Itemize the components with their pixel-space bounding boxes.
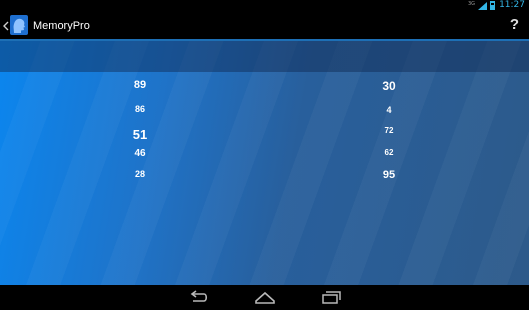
header-band [0,41,529,72]
background-stripes [0,41,529,285]
back-icon[interactable] [187,290,209,305]
number-right-5: 95 [382,169,396,181]
help-button[interactable]: ? [510,15,519,35]
app-title: MemoryPro [33,20,90,32]
status-icons: 3G 11:27 [468,0,525,11]
clock: 11:27 [499,0,525,10]
number-right-1: 30 [382,79,396,93]
number-right-2: 4 [386,105,392,115]
action-bar: MemoryPro ? [0,11,529,41]
number-left-3: 51 [132,127,148,142]
number-left-1: 89 [133,79,147,91]
battery-icon [490,1,496,10]
network-type-label: 3G [468,0,476,7]
status-bar: 3G 11:27 [0,0,529,11]
number-left-5: 28 [134,169,146,179]
number-right-3: 72 [384,126,394,135]
home-icon[interactable] [254,290,276,305]
number-left-4: 46 [134,148,146,159]
head-silhouette-icon[interactable] [10,15,28,35]
chevron-left-icon[interactable] [2,20,10,32]
signal-icon [478,1,488,10]
recent-apps-icon[interactable] [320,290,342,305]
number-left-2: 86 [134,104,146,114]
navigation-bar [0,285,529,310]
numbers-panel: 89 86 51 46 28 30 4 72 62 95 [0,41,529,285]
number-right-4: 62 [384,148,394,157]
